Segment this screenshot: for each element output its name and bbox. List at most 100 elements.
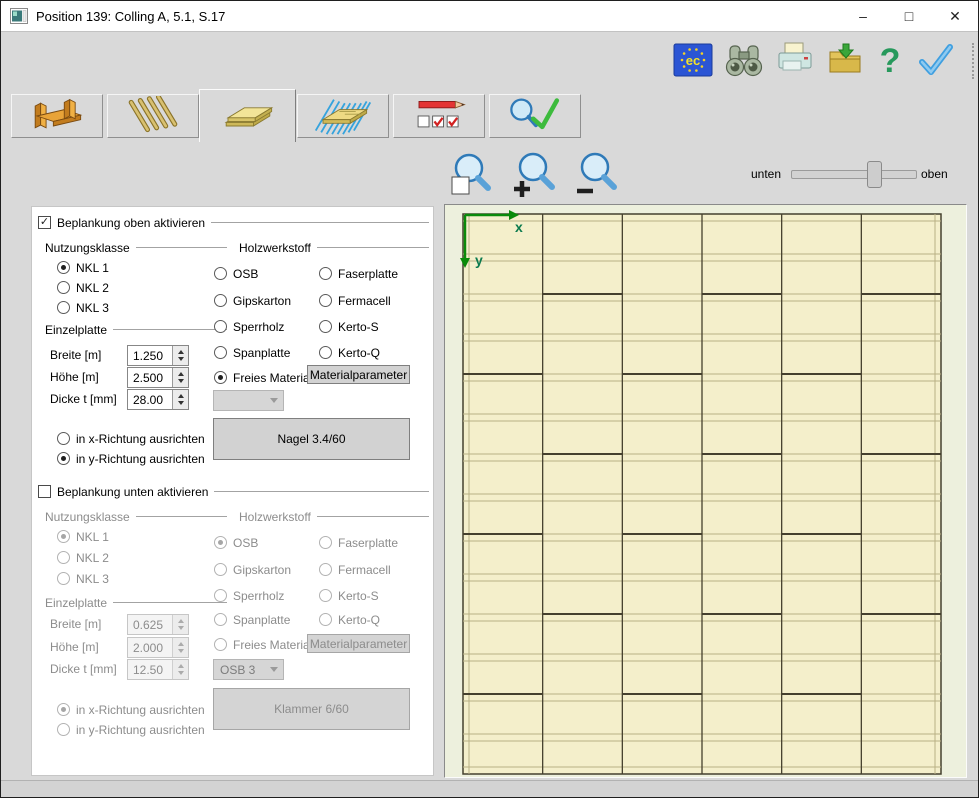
help-icon[interactable]: ? bbox=[873, 41, 907, 79]
breite-spinner-unten: 0.625 bbox=[127, 614, 189, 635]
tab-joists[interactable] bbox=[107, 94, 199, 138]
radio-indicator bbox=[319, 613, 332, 626]
spanplatte-radio-oben[interactable]: Spanplatte bbox=[214, 345, 290, 360]
maximize-button[interactable]: □ bbox=[886, 1, 932, 31]
breite-spinner-oben[interactable]: 1.250 bbox=[127, 345, 189, 366]
einzelplatte-header-unten: Einzelplatte bbox=[45, 595, 227, 610]
spanplatte-radio-unten: Spanplatte bbox=[214, 612, 290, 627]
zoom-out-button[interactable] bbox=[573, 152, 619, 199]
nkl1-radio-oben[interactable]: NKL 1 bbox=[57, 260, 109, 275]
tab-results-check[interactable] bbox=[489, 94, 581, 138]
radio-indicator bbox=[214, 320, 227, 333]
eurocode-flag-icon[interactable]: ec bbox=[673, 41, 713, 79]
svg-text:ec: ec bbox=[686, 53, 700, 68]
plate-layout-viewport[interactable]: xy bbox=[444, 204, 967, 778]
kerto-q-radio-oben[interactable]: Kerto-Q bbox=[319, 345, 380, 360]
faserplatte-radio-oben[interactable]: Faserplatte bbox=[319, 266, 398, 281]
fermacell-radio-oben[interactable]: Fermacell bbox=[319, 293, 391, 308]
nutzungsklasse-header-unten: Nutzungsklasse bbox=[45, 509, 227, 524]
radio-indicator bbox=[214, 294, 227, 307]
svg-text:?: ? bbox=[880, 42, 901, 79]
minimize-button[interactable]: – bbox=[840, 1, 886, 31]
material-combobox-unten: OSB 3 bbox=[213, 659, 284, 680]
y-richtung-radio-unten: in y-Richtung ausrichten bbox=[57, 722, 205, 737]
radio-indicator bbox=[214, 267, 227, 280]
nutzungsklasse-header-oben: Nutzungsklasse bbox=[45, 240, 227, 255]
divider bbox=[136, 516, 227, 517]
radio-indicator bbox=[319, 294, 332, 307]
nkl2-radio-oben[interactable]: NKL 2 bbox=[57, 280, 109, 295]
tab-wall-assembly[interactable] bbox=[11, 94, 103, 138]
einzelplatte-header-oben: Einzelplatte bbox=[45, 322, 227, 337]
chevron-down-icon bbox=[270, 667, 278, 672]
radio-indicator bbox=[57, 261, 70, 274]
beplankung-oben-header: ✓ Beplankung oben aktivieren bbox=[38, 215, 429, 230]
spin-buttons[interactable] bbox=[172, 368, 188, 387]
radio-indicator bbox=[319, 563, 332, 576]
hoehe-spinner-unten: 2.000 bbox=[127, 637, 189, 658]
slider-max-label: oben bbox=[921, 167, 948, 181]
spin-buttons bbox=[172, 638, 188, 657]
gipskarton-radio-oben[interactable]: Gipskarton bbox=[214, 293, 291, 308]
y-richtung-radio-oben[interactable]: in y-Richtung ausrichten bbox=[57, 451, 205, 466]
wall-assembly-icon bbox=[24, 96, 90, 136]
slider-min-label: unten bbox=[751, 167, 781, 181]
ok-check-icon[interactable] bbox=[916, 41, 956, 79]
hoehe-spinner-oben[interactable]: 2.500 bbox=[127, 367, 189, 388]
nkl3-radio-oben[interactable]: NKL 3 bbox=[57, 300, 109, 315]
beplankung-unten-checkbox[interactable] bbox=[38, 485, 51, 498]
radio-indicator bbox=[319, 346, 332, 359]
holzwerkstoff-header-unten: Holzwerkstoff bbox=[239, 509, 429, 524]
print-icon[interactable] bbox=[775, 41, 815, 79]
sperrholz-radio-oben[interactable]: Sperrholz bbox=[214, 319, 284, 334]
radio-indicator bbox=[319, 536, 332, 549]
x-richtung-radio-unten: in x-Richtung ausrichten bbox=[57, 702, 205, 717]
window-title: Position 139: Colling A, 5.1, S.17 bbox=[36, 9, 225, 24]
save-folder-icon[interactable] bbox=[826, 41, 866, 79]
spin-buttons[interactable] bbox=[172, 346, 188, 365]
dicke-label-oben: Dicke t [mm] bbox=[50, 392, 117, 407]
radio-indicator bbox=[214, 371, 227, 384]
radio-indicator bbox=[214, 613, 227, 626]
radio-indicator bbox=[319, 320, 332, 333]
radio-indicator bbox=[214, 536, 227, 549]
hoehe-label-unten: Höhe [m] bbox=[50, 640, 99, 655]
beplankung-oben-checkbox[interactable]: ✓ bbox=[38, 216, 51, 229]
radio-indicator bbox=[214, 563, 227, 576]
tab-sheathing-with-ribs[interactable] bbox=[297, 94, 389, 138]
freies-material-radio-unten: Freies Material bbox=[214, 637, 312, 652]
dicke-spinner-oben[interactable]: 28.00 bbox=[127, 389, 189, 410]
radio-indicator bbox=[214, 346, 227, 359]
divider bbox=[317, 516, 429, 517]
divider bbox=[113, 602, 227, 603]
search-binoculars-icon[interactable] bbox=[724, 41, 764, 79]
tab-sheathing-panel[interactable] bbox=[199, 89, 296, 142]
nkl3-radio-unten: NKL 3 bbox=[57, 571, 109, 586]
nkl1-radio-unten: NKL 1 bbox=[57, 529, 109, 544]
radio-indicator bbox=[57, 703, 70, 716]
tab-input-verification[interactable] bbox=[393, 94, 485, 138]
breite-label-unten: Breite [m] bbox=[50, 617, 101, 632]
x-richtung-radio-oben[interactable]: in x-Richtung ausrichten bbox=[57, 431, 205, 446]
dicke-label-unten: Dicke t [mm] bbox=[50, 662, 117, 677]
hoehe-label-oben: Höhe [m] bbox=[50, 370, 99, 385]
osb-radio-oben[interactable]: OSB bbox=[214, 266, 258, 281]
title-bar: Position 139: Colling A, 5.1, S.17 – □ ✕ bbox=[1, 1, 978, 32]
view-slider-track[interactable] bbox=[791, 170, 917, 179]
divider bbox=[136, 247, 227, 248]
view-slider-thumb[interactable] bbox=[867, 161, 882, 188]
holzwerkstoff-header-oben: Holzwerkstoff bbox=[239, 240, 429, 255]
materialparameter-button-oben[interactable]: Materialparameter bbox=[307, 365, 410, 384]
close-button[interactable]: ✕ bbox=[932, 1, 978, 31]
zoom-fit-button[interactable] bbox=[449, 152, 495, 199]
app-icon bbox=[10, 8, 28, 24]
faserplatte-radio-unten: Faserplatte bbox=[319, 535, 398, 550]
chevron-down-icon bbox=[270, 398, 278, 403]
verbindungsmittel-button-oben[interactable]: Nagel 3.4/60 bbox=[213, 418, 410, 460]
materialparameter-button-unten: Materialparameter bbox=[307, 634, 410, 653]
freies-material-radio-oben[interactable]: Freies Material bbox=[214, 370, 312, 385]
breite-label-oben: Breite [m] bbox=[50, 348, 101, 363]
zoom-in-button[interactable] bbox=[511, 152, 557, 199]
kerto-s-radio-oben[interactable]: Kerto-S bbox=[319, 319, 379, 334]
spin-buttons[interactable] bbox=[172, 390, 188, 409]
